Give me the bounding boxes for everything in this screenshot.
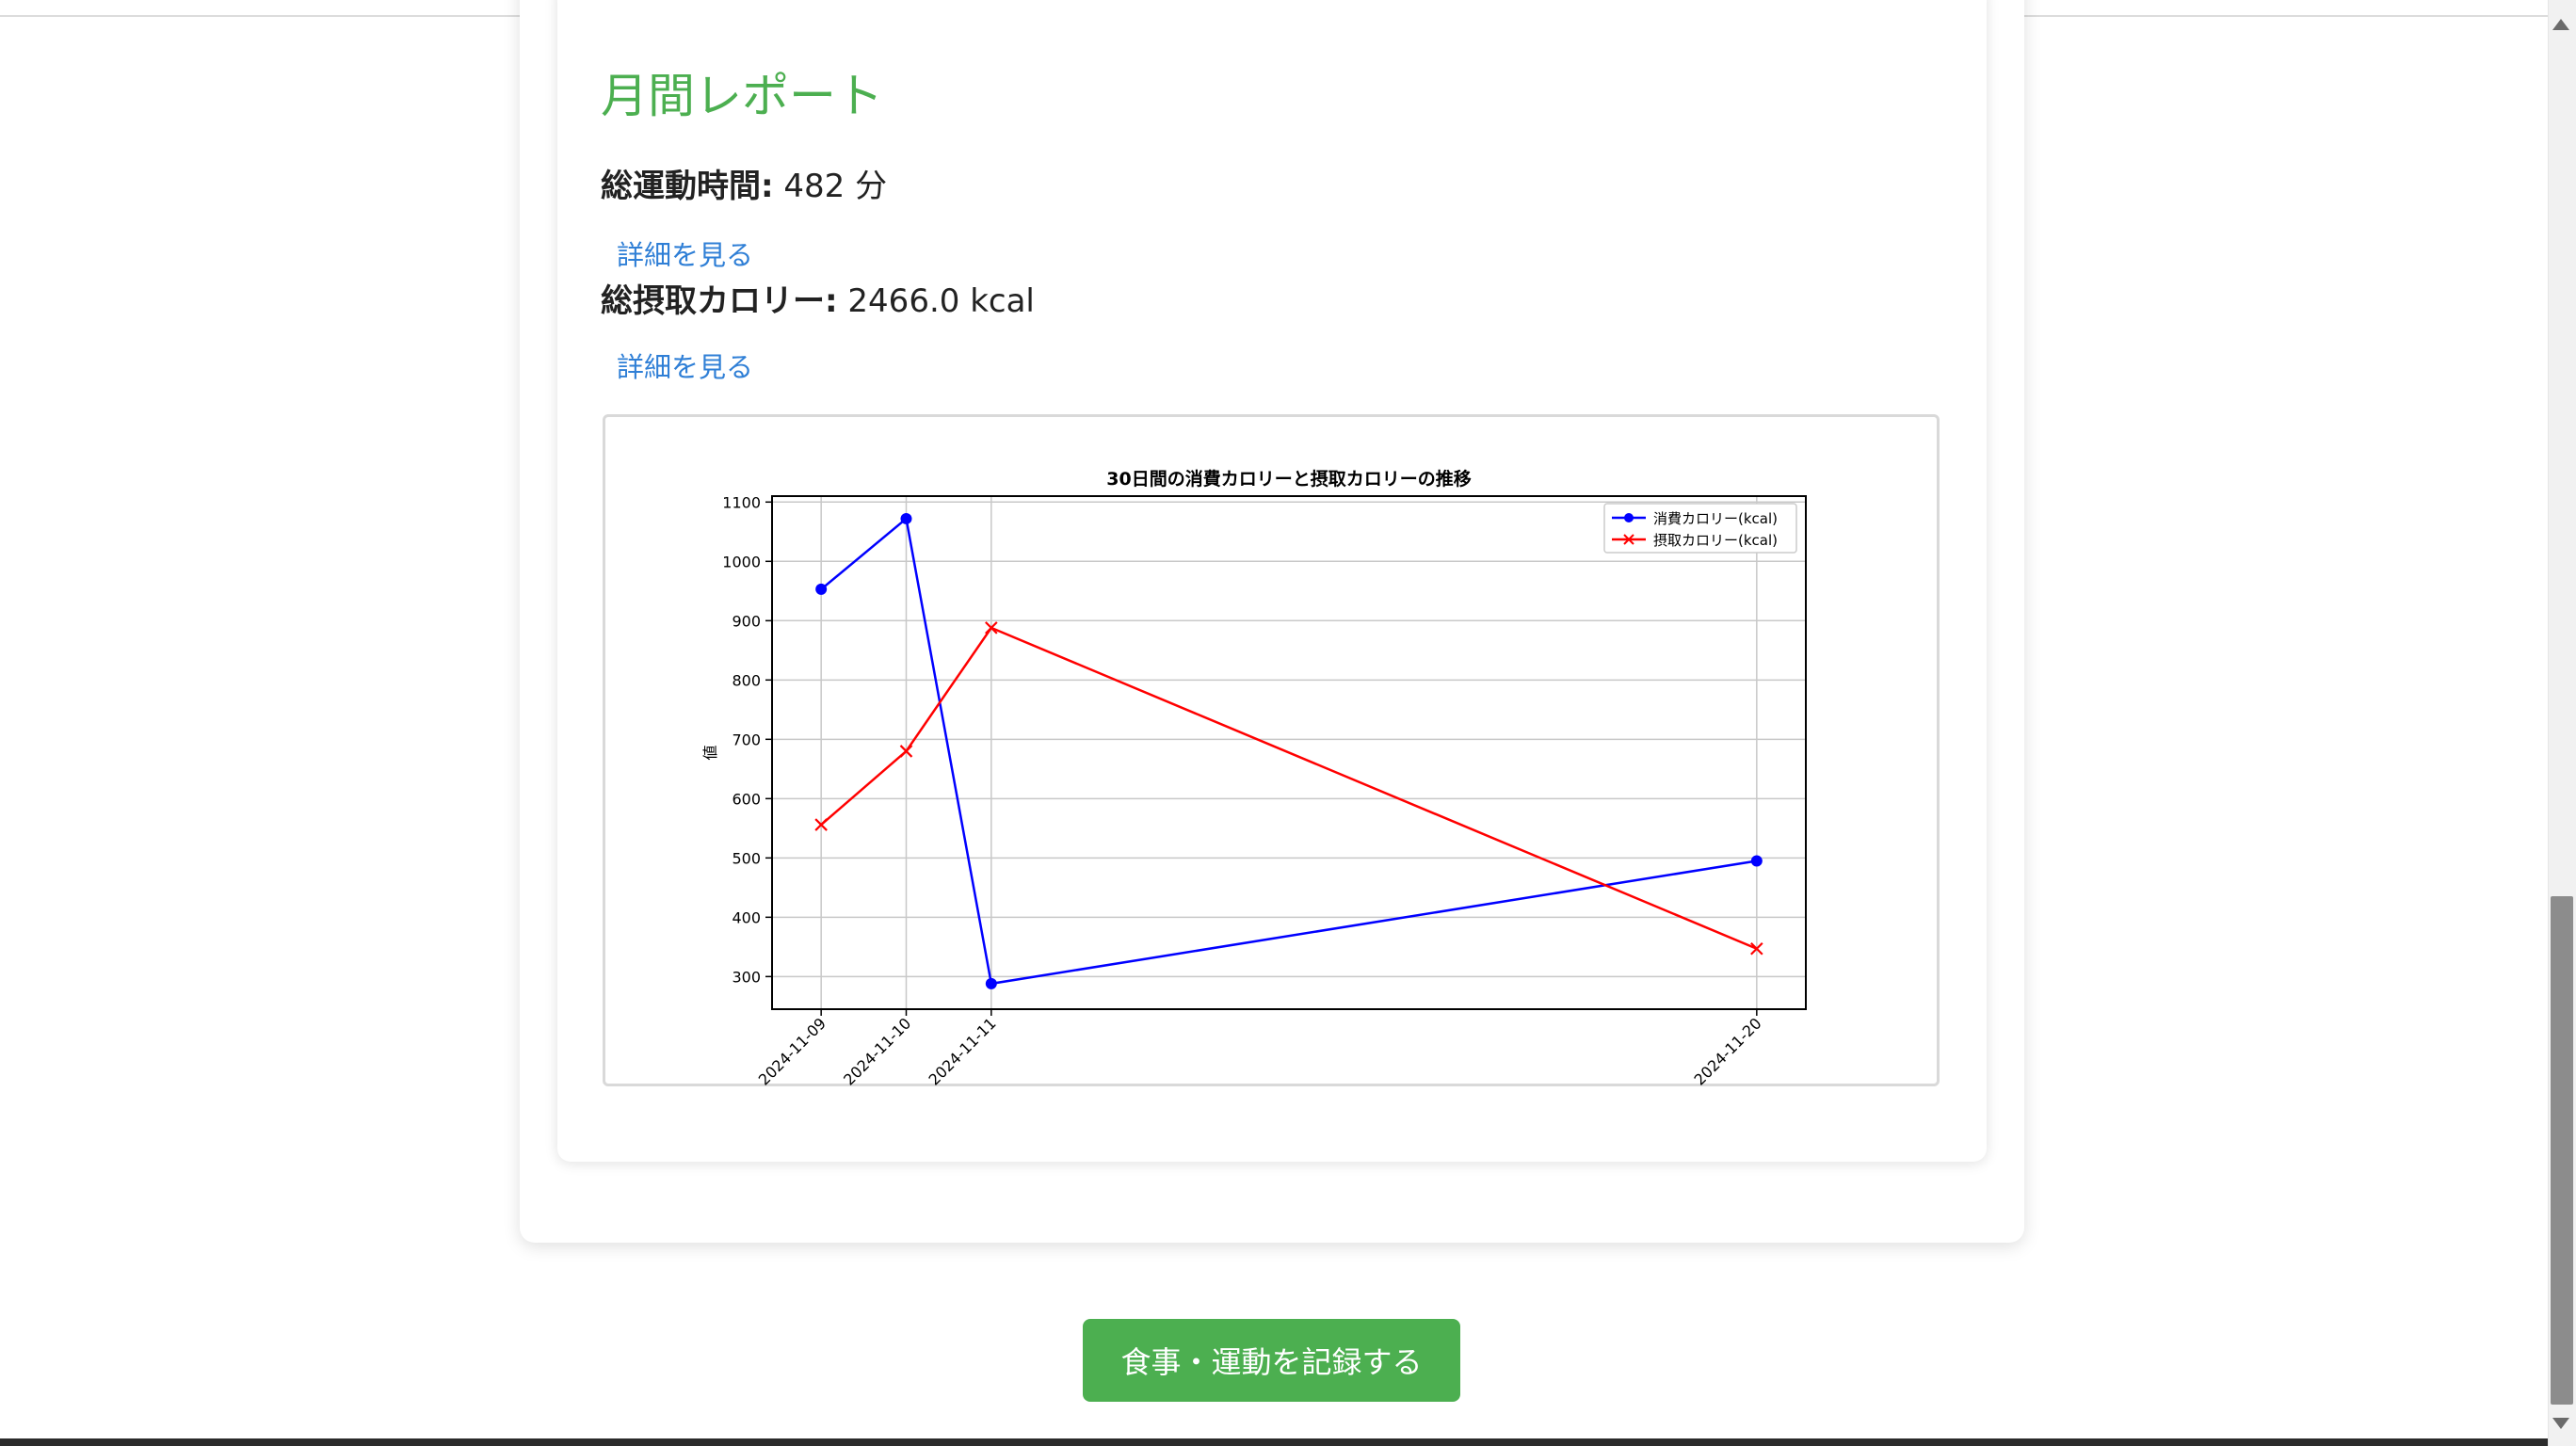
total-exercise-time: 総運動時間: 482 分	[601, 160, 887, 206]
x-tick-label: 2024-11-09	[755, 1014, 829, 1086]
data-point-burned	[815, 583, 828, 595]
x-tick-label: 2024-11-20	[1690, 1014, 1764, 1086]
total-calorie-intake-label: 総摂取カロリー:	[601, 282, 838, 320]
legend-marker-burned	[1624, 513, 1634, 522]
calorie-detail-link[interactable]: 詳細を見る	[617, 345, 753, 385]
legend-label-1: 消費カロリー(kcal)	[1653, 510, 1778, 527]
y-axis-label: 値	[701, 745, 719, 760]
total-exercise-time-value: 482 分	[773, 168, 888, 205]
data-point-burned	[985, 977, 997, 989]
x-tick-label: 2024-11-10	[840, 1014, 914, 1086]
legend-label-2: 摂取カロリー(kcal)	[1653, 532, 1778, 549]
total-calorie-intake-value: 2466.0 kcal	[837, 282, 1035, 320]
chart-title: 30日間の消費カロリーと摂取カロリーの推移	[1106, 468, 1471, 490]
calorie-trend-chart: 300400500600700800900100011002024-11-09 2…	[701, 468, 1807, 1086]
scrollbar-thumb[interactable]	[2551, 896, 2573, 1405]
y-tick-label: 500	[732, 849, 761, 867]
data-point-burned	[1750, 855, 1763, 867]
total-calorie-intake: 総摂取カロリー: 2466.0 kcal	[601, 275, 1035, 321]
y-tick-label: 400	[732, 908, 761, 926]
y-tick-label: 800	[732, 671, 761, 689]
total-exercise-time-label: 総運動時間:	[601, 168, 774, 205]
y-tick-label: 600	[732, 790, 761, 808]
y-tick-label: 1000	[722, 553, 761, 570]
y-tick-label: 700	[732, 731, 761, 748]
scroll-up-arrow-icon[interactable]	[2552, 19, 2569, 30]
scroll-down-arrow-icon[interactable]	[2552, 1418, 2569, 1429]
y-tick-label: 900	[732, 612, 761, 630]
exercise-detail-link[interactable]: 詳細を見る	[617, 233, 753, 273]
page: 月間レポート 総運動時間: 482 分 詳細を見る 総摂取カロリー: 2466.…	[0, 0, 2576, 1446]
y-tick-label: 1100	[722, 493, 761, 511]
series-line-1	[820, 516, 1758, 986]
x-tick-label: 2024-11-11	[925, 1014, 999, 1086]
y-tick-label: 300	[732, 968, 761, 986]
record-meal-exercise-button[interactable]: 食事・運動を記録する	[1083, 1319, 1460, 1402]
report-title: 月間レポート	[601, 69, 883, 123]
page-bottom-edge	[0, 1438, 2548, 1446]
series-line-2	[820, 626, 1758, 950]
data-point-burned	[900, 512, 912, 524]
